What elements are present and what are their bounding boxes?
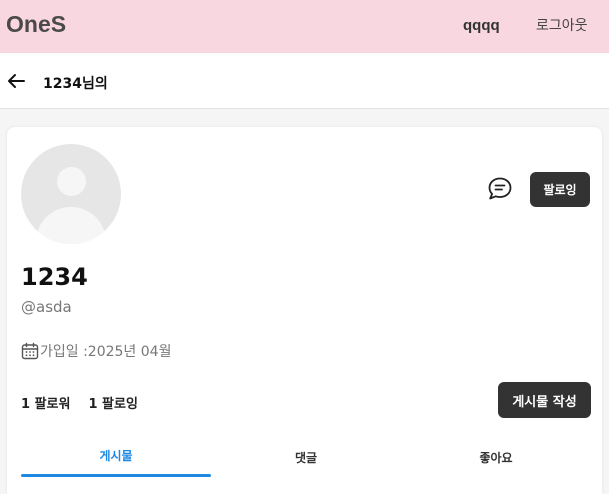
followers-count[interactable]: 1 팔로워: [21, 393, 70, 412]
current-username[interactable]: qqqq: [463, 17, 500, 34]
app-logo[interactable]: OneS: [6, 11, 66, 38]
avatar-head: [57, 167, 86, 196]
profile-tabs: 게시물 댓글 좋아요: [21, 435, 591, 477]
join-date: 가입일 :2025년 04월: [21, 341, 171, 361]
message-icon[interactable]: [487, 176, 513, 202]
write-post-button[interactable]: 게시물 작성: [498, 382, 591, 418]
join-date-text: 가입일 :2025년 04월: [40, 344, 172, 360]
page-title: 1234님의: [43, 76, 108, 92]
profile-name: 1234: [21, 263, 88, 291]
calendar-icon: [21, 342, 39, 360]
page-header: 1234님의: [0, 53, 609, 109]
avatar-body: [36, 207, 106, 244]
profile-card: 팔로잉 1234 @asda 가입일 :2025년 04월 1 팔로워 1 팔로…: [7, 127, 602, 494]
logout-link[interactable]: 로그아웃: [536, 15, 588, 35]
following-count[interactable]: 1 팔로잉: [88, 393, 137, 412]
tab-comments[interactable]: 댓글: [211, 435, 401, 477]
back-arrow-icon[interactable]: [6, 71, 26, 91]
tab-posts[interactable]: 게시물: [21, 435, 211, 477]
profile-handle: @asda: [21, 298, 72, 316]
following-button[interactable]: 팔로잉: [530, 172, 590, 207]
avatar: [21, 144, 121, 244]
follow-stats: 1 팔로워 1 팔로잉: [21, 393, 138, 412]
top-navbar: OneS qqqq 로그아웃: [0, 0, 609, 53]
tab-likes[interactable]: 좋아요: [401, 435, 591, 477]
